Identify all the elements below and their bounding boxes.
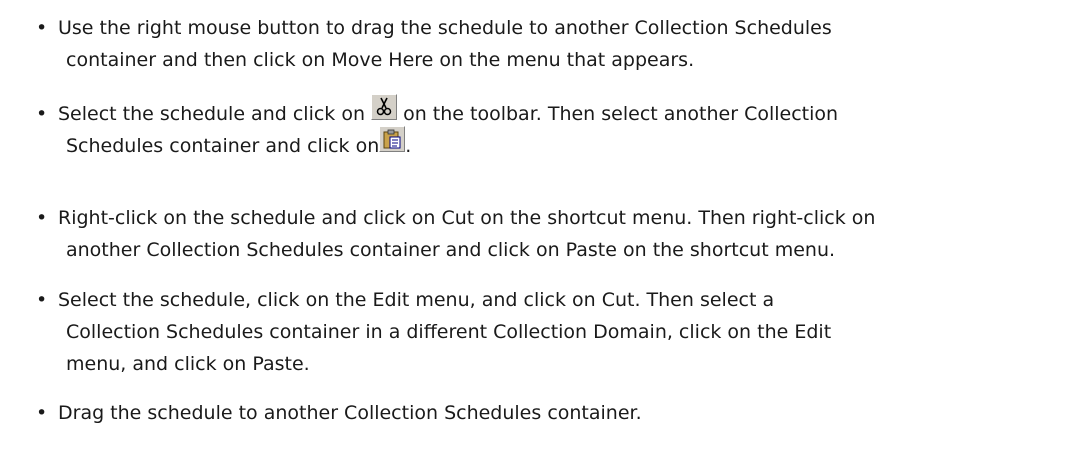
item-text-line: menu, and click on Paste. — [66, 353, 310, 375]
item-text-line: Use the right mouse button to drag the s… — [58, 17, 832, 39]
item-text: Schedules container and click on — [66, 135, 380, 157]
cut-scissors-icon-graphic — [376, 97, 392, 115]
list-item: • Use the right mouse button to drag the… — [36, 12, 1066, 76]
item-text: on the toolbar. Then select another Coll… — [397, 103, 839, 125]
bullet: • — [36, 402, 48, 424]
cut-scissors-icon — [371, 93, 398, 120]
item-text-line: Schedules container and click on . — [36, 125, 1066, 162]
bullet: • — [36, 103, 48, 125]
item-text-line: another Collection Schedules container a… — [66, 239, 836, 261]
bullet: • — [36, 17, 48, 39]
item-text-line: Collection Schedules container in a diff… — [66, 321, 832, 343]
list-item: • Select the schedule and click on on th… — [36, 93, 1066, 162]
item-text-line: container and then click on Move Here on… — [66, 49, 695, 71]
item-text: . — [405, 135, 412, 157]
bullet: • — [36, 207, 48, 229]
paste-clipboard-icon-graphic — [383, 129, 401, 148]
item-text-line: Select the schedule, click on the Edit m… — [58, 289, 775, 311]
list-item: • Drag the schedule to another Collectio… — [36, 397, 1066, 429]
list-item: • Right-click on the schedule and click … — [36, 202, 1066, 266]
item-text-line: Drag the schedule to another Collection … — [58, 402, 642, 424]
item-text-line: Select the schedule and click on on the … — [36, 93, 1066, 130]
item-text: Select the schedule and click on — [58, 103, 372, 125]
item-text-line: Right-click on the schedule and click on… — [58, 207, 876, 229]
bullet: • — [36, 289, 48, 311]
paste-clipboard-icon — [379, 125, 406, 152]
bullet-list: • Use the right mouse button to drag the… — [0, 0, 1080, 466]
list-item: • Select the schedule, click on the Edit… — [36, 284, 1066, 380]
